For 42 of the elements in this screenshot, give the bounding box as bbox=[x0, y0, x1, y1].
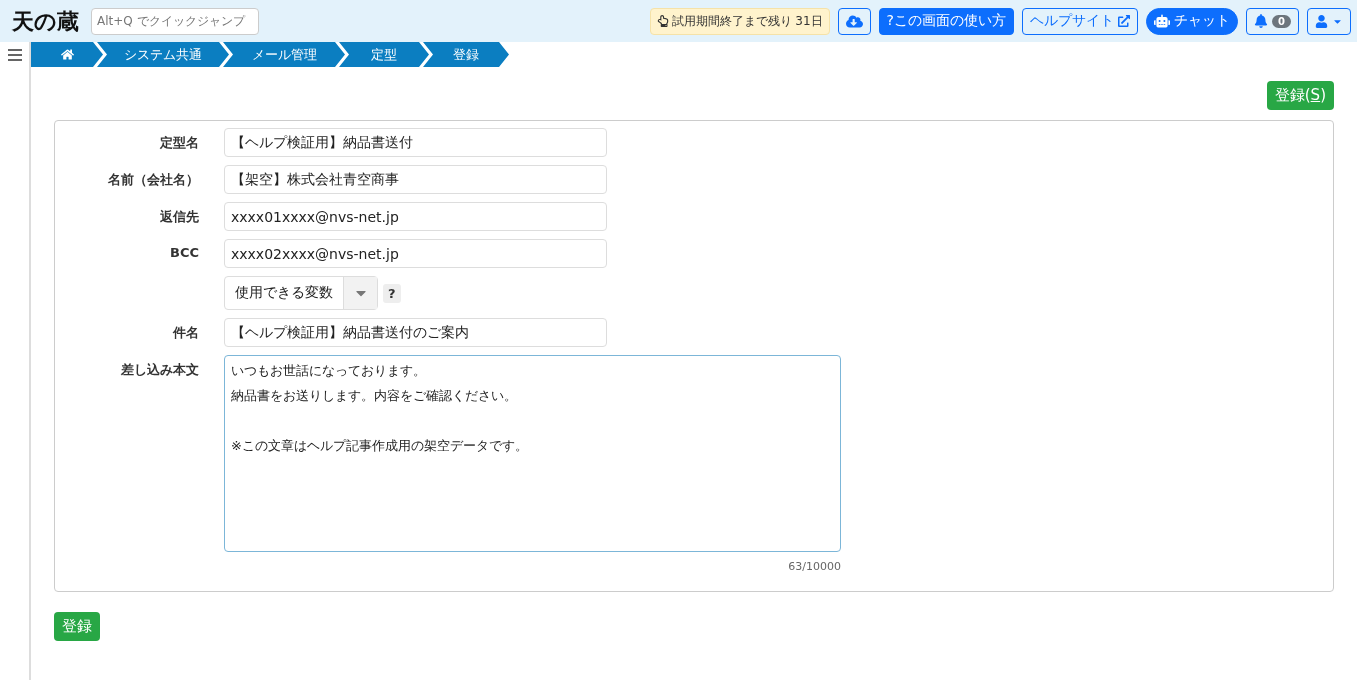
robot-icon bbox=[1154, 13, 1171, 29]
help-site-link[interactable]: ヘルプサイト bbox=[1022, 7, 1139, 35]
field-label: 名前（会社名） bbox=[107, 171, 199, 189]
notification-count: 0 bbox=[1272, 14, 1291, 28]
quick-jump-field[interactable]: Alt+Q でクイックジャンプ bbox=[91, 7, 259, 35]
user-menu-button[interactable] bbox=[1307, 7, 1351, 35]
user-icon bbox=[1315, 14, 1328, 28]
help-button[interactable]: ?この画面の使い方 bbox=[878, 7, 1015, 35]
home-icon bbox=[60, 48, 74, 61]
field-label: BCC bbox=[169, 244, 199, 260]
body-text-line: いつもお世話になっております。 bbox=[231, 362, 427, 380]
pointing-hand-icon bbox=[656, 15, 669, 27]
help-badge[interactable]: ? bbox=[383, 283, 401, 303]
home-crumb[interactable] bbox=[31, 42, 103, 67]
notification-button[interactable]: 0 bbox=[1246, 7, 1299, 35]
external-link-icon bbox=[1118, 15, 1131, 27]
menu-icon[interactable] bbox=[6, 48, 23, 62]
register-button[interactable]: 登録(S) bbox=[1266, 81, 1334, 110]
body-textarea[interactable]: いつもお世話になっております。 納品書をお送りします。内容をご確認ください。 ※この文章はヘルプ記事作成用の架空データです。 bbox=[224, 355, 841, 552]
body-text-line: 納品書をお送りします。内容をご確認ください。 bbox=[231, 387, 518, 405]
text-field[interactable]: 【架空】株式会社青空商事 bbox=[224, 165, 607, 194]
field-label: 差し込み本文 bbox=[120, 361, 199, 379]
text-field[interactable]: xxxx02xxxx@nvs-net.jp bbox=[224, 239, 607, 268]
breadcrumb-item[interactable]: 定型 bbox=[339, 42, 429, 67]
variable-select[interactable]: 使用できる変数 bbox=[224, 276, 378, 310]
breadcrumb-item[interactable]: メール管理 bbox=[223, 42, 345, 67]
text-field[interactable]: 【ヘルプ検証用】納品書送付 bbox=[224, 128, 607, 157]
field-label: 件名 bbox=[171, 324, 199, 342]
text-field[interactable]: 【ヘルプ検証用】納品書送付のご案内 bbox=[224, 318, 607, 347]
breadcrumb-item[interactable]: 登録 bbox=[423, 42, 509, 67]
breadcrumb-item[interactable]: システム共通 bbox=[97, 42, 229, 67]
bell-icon bbox=[1254, 14, 1269, 28]
field-label: 返信先 bbox=[159, 208, 199, 226]
text-field[interactable]: xxxx01xxxx@nvs-net.jp bbox=[224, 202, 607, 231]
trial-notice-text: 試用期間終了まで残り 31日 bbox=[671, 12, 823, 30]
download-button[interactable] bbox=[837, 7, 871, 35]
field-label: 定型名 bbox=[159, 134, 199, 152]
chat-button[interactable]: チャット bbox=[1146, 7, 1239, 35]
register-button[interactable]: 登録 bbox=[54, 612, 100, 641]
body-text-line: ※この文章はヘルプ記事作成用の架空データです。 bbox=[231, 437, 529, 455]
logo: 天の蔵 bbox=[11, 7, 80, 36]
char-counter: 63/10000 bbox=[788, 560, 841, 573]
